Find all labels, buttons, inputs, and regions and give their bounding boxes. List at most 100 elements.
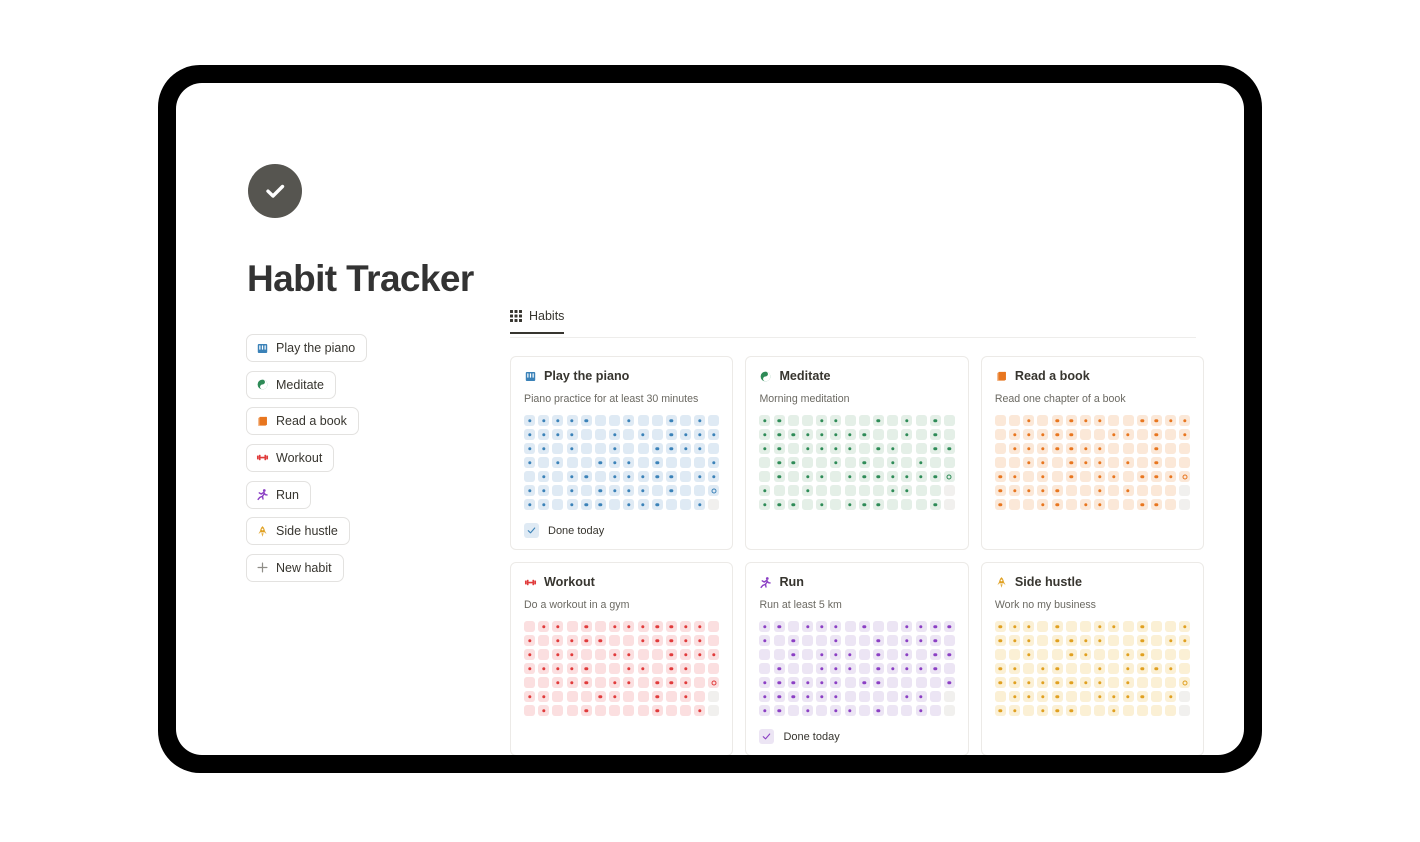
heatmap-cell[interactable] xyxy=(680,457,692,468)
heatmap-cell[interactable] xyxy=(566,635,578,646)
heatmap-cell[interactable] xyxy=(830,677,842,688)
heatmap-cell[interactable] xyxy=(1009,677,1021,688)
heatmap-cell[interactable] xyxy=(708,471,720,482)
heatmap-cell[interactable] xyxy=(594,635,606,646)
heatmap-cell[interactable] xyxy=(524,471,535,482)
heatmap-cell[interactable] xyxy=(1023,705,1035,716)
heatmap-cell[interactable] xyxy=(680,429,692,440)
heatmap-cell[interactable] xyxy=(623,649,635,660)
heatmap-cell[interactable] xyxy=(1037,691,1049,702)
heatmap-cell[interactable] xyxy=(872,471,884,482)
heatmap-cell[interactable] xyxy=(609,429,621,440)
heatmap-cell[interactable] xyxy=(802,677,813,688)
heatmap-cell[interactable] xyxy=(929,471,941,482)
heatmap-cell[interactable] xyxy=(1009,443,1021,454)
heatmap-cell[interactable] xyxy=(609,443,621,454)
tab-habits[interactable]: Habits xyxy=(510,309,565,334)
heatmap-cell[interactable] xyxy=(1122,705,1134,716)
heatmap-cell[interactable] xyxy=(1009,635,1021,646)
heatmap-cell[interactable] xyxy=(665,457,677,468)
heatmap-cell[interactable] xyxy=(943,621,955,632)
heatmap-cell[interactable] xyxy=(524,635,535,646)
heatmap-cell[interactable] xyxy=(609,621,621,632)
heatmap-cell[interactable] xyxy=(552,415,564,426)
heatmap-cell[interactable] xyxy=(708,499,720,510)
heatmap-cell[interactable] xyxy=(1051,415,1063,426)
heatmap-cell[interactable] xyxy=(637,649,649,660)
heatmap-cell[interactable] xyxy=(1023,443,1035,454)
heatmap-cell[interactable] xyxy=(915,485,927,496)
heatmap-cell[interactable] xyxy=(1179,457,1191,468)
heatmap-cell[interactable] xyxy=(1023,691,1035,702)
heatmap-cell[interactable] xyxy=(1065,499,1077,510)
heatmap-cell[interactable] xyxy=(915,635,927,646)
heatmap-cell[interactable] xyxy=(844,499,856,510)
heatmap-cell[interactable] xyxy=(1165,457,1177,468)
heatmap-cell[interactable] xyxy=(858,415,870,426)
heatmap-cell[interactable] xyxy=(637,485,649,496)
heatmap-cell[interactable] xyxy=(1080,621,1091,632)
heatmap-cell[interactable] xyxy=(872,691,884,702)
heatmap-cell[interactable] xyxy=(994,691,1006,702)
heatmap-cell[interactable] xyxy=(1080,457,1091,468)
done-today-checkbox[interactable] xyxy=(524,523,539,538)
heatmap-cell[interactable] xyxy=(816,443,828,454)
heatmap-cell[interactable] xyxy=(637,443,649,454)
heatmap-cell[interactable] xyxy=(872,485,884,496)
heatmap-cell[interactable] xyxy=(1165,635,1177,646)
heatmap-cell[interactable] xyxy=(1122,649,1134,660)
heatmap-cell[interactable] xyxy=(787,443,799,454)
heatmap-cell[interactable] xyxy=(943,677,955,688)
heatmap-cell[interactable] xyxy=(552,499,564,510)
heatmap-cell[interactable] xyxy=(538,663,550,674)
heatmap-cell[interactable] xyxy=(1037,443,1049,454)
heatmap-cell[interactable] xyxy=(858,649,870,660)
heatmap-cell[interactable] xyxy=(651,691,663,702)
heatmap-cell[interactable] xyxy=(1165,415,1177,426)
heatmap-cell[interactable] xyxy=(580,499,592,510)
heatmap-cell[interactable] xyxy=(994,621,1006,632)
heatmap-cell[interactable] xyxy=(524,485,535,496)
heatmap-cell[interactable] xyxy=(1065,635,1077,646)
heatmap-cell[interactable] xyxy=(787,471,799,482)
heatmap-cell[interactable] xyxy=(1179,621,1191,632)
heatmap-cell[interactable] xyxy=(623,691,635,702)
heatmap-cell[interactable] xyxy=(759,485,771,496)
heatmap-cell[interactable] xyxy=(1080,415,1091,426)
heatmap-cell[interactable] xyxy=(566,705,578,716)
heatmap-cell[interactable] xyxy=(609,677,621,688)
heatmap-cell[interactable] xyxy=(887,663,899,674)
heatmap-cell[interactable] xyxy=(802,443,813,454)
heatmap-cell[interactable] xyxy=(901,677,913,688)
heatmap-cell[interactable] xyxy=(708,649,720,660)
heatmap-cell[interactable] xyxy=(708,429,720,440)
heatmap-cell[interactable] xyxy=(872,429,884,440)
heatmap-cell[interactable] xyxy=(1150,471,1162,482)
heatmap-cell[interactable] xyxy=(773,621,785,632)
heatmap-cell[interactable] xyxy=(1023,649,1035,660)
heatmap-cell[interactable] xyxy=(887,415,899,426)
heatmap-cell[interactable] xyxy=(1179,485,1191,496)
heatmap-cell[interactable] xyxy=(802,429,813,440)
heatmap-cell[interactable] xyxy=(623,443,635,454)
heatmap-cell[interactable] xyxy=(1094,415,1106,426)
heatmap-cell[interactable] xyxy=(1023,485,1035,496)
heatmap-cell[interactable] xyxy=(872,649,884,660)
heatmap-cell[interactable] xyxy=(552,691,564,702)
heatmap-cell[interactable] xyxy=(594,705,606,716)
heatmap-cell[interactable] xyxy=(538,485,550,496)
heatmap-cell[interactable] xyxy=(637,691,649,702)
heatmap-cell[interactable] xyxy=(538,499,550,510)
heatmap-cell[interactable] xyxy=(623,663,635,674)
heatmap-cell[interactable] xyxy=(773,691,785,702)
sidebar-item-new-habit[interactable]: New habit xyxy=(246,553,344,582)
heatmap-cell[interactable] xyxy=(872,415,884,426)
heatmap-cell[interactable] xyxy=(665,415,677,426)
heatmap-cell[interactable] xyxy=(858,705,870,716)
heatmap-cell[interactable] xyxy=(665,691,677,702)
heatmap-cell[interactable] xyxy=(1136,635,1148,646)
heatmap-cell[interactable] xyxy=(1023,621,1035,632)
heatmap-cell[interactable] xyxy=(1108,485,1120,496)
heatmap-cell[interactable] xyxy=(816,415,828,426)
heatmap-cell[interactable] xyxy=(1065,457,1077,468)
